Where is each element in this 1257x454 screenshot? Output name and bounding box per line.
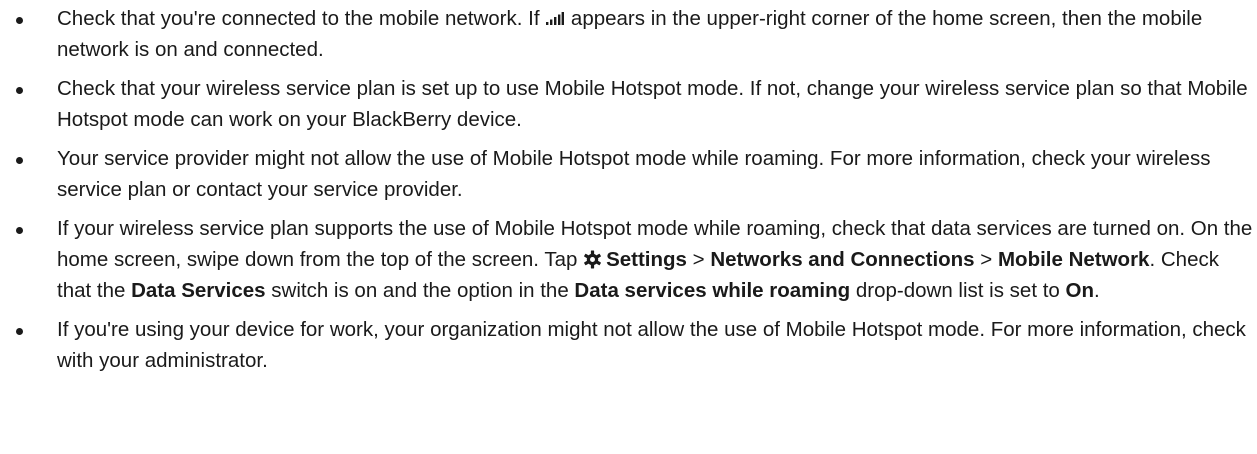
bullet-dot <box>16 87 23 94</box>
list-item: If you're using your device for work, yo… <box>0 314 1257 376</box>
list-item: Your service provider might not allow th… <box>0 143 1257 205</box>
list-item: If your wireless service plan supports t… <box>0 213 1257 306</box>
data-services-label: Data Services <box>131 279 266 302</box>
on-value-label: On <box>1065 279 1094 302</box>
item-text: Check that you're connected to the mobil… <box>57 7 546 30</box>
breadcrumb-separator: > <box>974 248 998 271</box>
gear-icon <box>584 250 601 269</box>
signal-bars-icon <box>546 12 565 25</box>
mobile-network-label: Mobile Network <box>997 248 1150 271</box>
breadcrumb-separator: > <box>686 248 711 271</box>
troubleshooting-list: Check that you're connected to the mobil… <box>0 3 1257 376</box>
item-text: If you're using your device for work, yo… <box>57 318 1246 372</box>
bullet-dot <box>16 227 23 234</box>
list-item: Check that your wireless service plan is… <box>0 73 1257 135</box>
item-text: drop-down list is set to <box>850 279 1066 302</box>
item-text: Check that your wireless service plan is… <box>57 77 1248 131</box>
item-text: . <box>1093 279 1100 302</box>
bullet-dot <box>16 157 23 164</box>
item-text: switch is on and the option in the <box>265 279 575 302</box>
item-text: Your service provider might not allow th… <box>57 147 1211 201</box>
bullet-dot <box>16 328 23 335</box>
networks-connections-label: Networks and Connections <box>710 248 975 271</box>
list-item: Check that you're connected to the mobil… <box>0 3 1257 65</box>
document-body: Check that you're connected to the mobil… <box>0 0 1257 376</box>
bullet-dot <box>16 17 23 24</box>
data-services-roaming-label: Data services while roaming <box>574 279 851 302</box>
settings-label: Settings <box>606 248 687 271</box>
